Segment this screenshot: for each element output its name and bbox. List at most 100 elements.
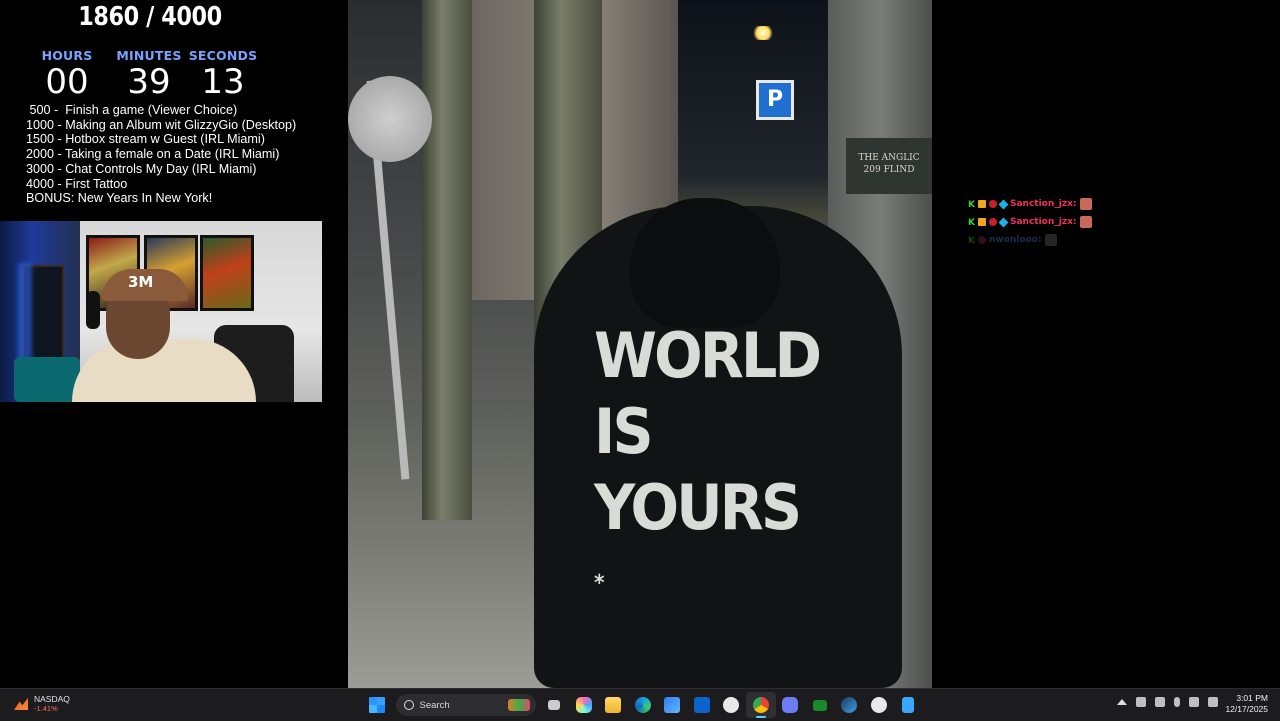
chat-username: nwonlooo:	[988, 235, 1042, 245]
g-hub-icon	[870, 697, 887, 713]
hoodie-print: WORLD IS YOURS *	[594, 318, 833, 622]
hoodie-line: WORLD	[594, 319, 822, 392]
chat-message: K Sanction_jzx:	[968, 213, 1208, 231]
chat-username: Sanction_jzx:	[1009, 217, 1077, 227]
chat-username: Sanction_jzx:	[1009, 199, 1077, 209]
copilot-icon	[575, 697, 592, 713]
chat-message: K Sanction_jzx:	[968, 195, 1208, 213]
headset-icon	[86, 291, 100, 329]
github-button[interactable]	[717, 692, 747, 718]
network-icon[interactable]	[1189, 697, 1199, 707]
steam-button[interactable]	[835, 692, 865, 718]
search-highlight-icon	[507, 699, 530, 711]
emote-icon	[1079, 198, 1092, 210]
goal-item: 2000 - Taking a female on a Date (IRL Mi…	[26, 147, 280, 162]
system-tray	[1117, 697, 1218, 707]
countdown-timer: HOURS 00 MINUTES 39 SECONDS 13	[0, 48, 300, 104]
windows-logo-icon	[368, 697, 385, 713]
emote-icon	[1044, 234, 1057, 246]
webcam-feed: 3M	[0, 221, 322, 402]
store-icon	[664, 697, 681, 713]
goal-list: 500 - Finish a game (Viewer Choice) 1000…	[26, 103, 346, 206]
kick-badge-icon: K	[968, 200, 975, 210]
kick-badge-icon: K	[968, 218, 975, 228]
street-lamp	[752, 26, 774, 40]
clock-date: 12/17/2025	[1225, 704, 1268, 714]
stock-chart-icon	[14, 698, 28, 710]
chat-message: K nwonlooo:	[968, 231, 1208, 249]
taskbar-apps: Search	[362, 692, 923, 718]
hood	[630, 198, 780, 328]
seconds-label: SECONDS	[188, 48, 258, 63]
chat-overlay: K Sanction_jzx: K Sanction_jzx: K nwonlo…	[968, 195, 1208, 249]
edge-button[interactable]	[628, 692, 658, 718]
xbox-icon	[812, 699, 827, 711]
search-box[interactable]: Search	[395, 694, 536, 716]
discord-icon	[782, 697, 799, 713]
parking-sign: P	[756, 80, 794, 120]
hoodie-line-text: YOURS	[594, 471, 802, 544]
store-button[interactable]	[658, 692, 688, 718]
goal-item: 4000 - First Tattoo	[26, 176, 128, 191]
chrome-button[interactable]	[746, 692, 776, 718]
task-view-icon	[548, 700, 561, 710]
stock-name: NASDAQ	[34, 694, 70, 704]
hours-value: 00	[45, 62, 89, 102]
stock-change: -1.41%	[34, 704, 58, 713]
stream-video: THE ANGLIC 209 FLIND P WORLD IS YOURS *	[348, 0, 932, 688]
building-sign-line: 209 FLIND	[863, 165, 915, 175]
folder-icon	[605, 697, 622, 713]
steam-icon	[841, 697, 858, 713]
building-sign-line: THE ANGLIC	[858, 153, 920, 163]
outlook-button[interactable]	[687, 692, 717, 718]
windows-taskbar: NASDAQ -1.41% Search 3:01 PM 12/17/2025	[0, 688, 1280, 721]
copilot-button[interactable]	[569, 692, 599, 718]
goal-item: 3000 - Chat Controls My Day (IRL Miami)	[26, 161, 257, 176]
minutes-value: 39	[127, 62, 171, 102]
g-hub-button[interactable]	[864, 692, 894, 718]
round-street-sign	[348, 76, 432, 162]
cap-logo: 3M	[128, 273, 154, 291]
red-badge-icon	[977, 236, 986, 244]
gem-badge-icon	[998, 199, 1009, 209]
discord-button[interactable]	[776, 692, 806, 718]
microphone-icon[interactable]	[1174, 697, 1180, 707]
crown-badge-icon	[977, 200, 986, 208]
edge-icon	[634, 697, 651, 713]
hoodie-asterisk: *	[594, 571, 605, 596]
chrome-icon	[752, 697, 769, 713]
stock-widget[interactable]: NASDAQ -1.41%	[14, 694, 70, 714]
search-icon	[403, 700, 414, 710]
goal-item: 1500 - Hotbox stream w Guest (IRL Miami)	[26, 132, 265, 147]
teal-chair	[14, 357, 80, 402]
timer-seconds: SECONDS 13	[183, 48, 263, 101]
seconds-value: 13	[201, 62, 245, 102]
goal-bonus: BONUS: New Years In New York!	[26, 191, 213, 206]
night-sky	[658, 0, 828, 220]
sync-icon[interactable]	[1136, 697, 1146, 707]
task-view-button[interactable]	[540, 692, 570, 718]
gem-badge-icon	[998, 217, 1009, 227]
github-icon	[723, 697, 740, 713]
emote-icon	[1079, 216, 1092, 228]
system-clock[interactable]: 3:01 PM 12/17/2025	[1225, 693, 1268, 715]
start-button[interactable]	[362, 692, 392, 718]
goal-item: 500 - Finish a game (Viewer Choice)	[26, 103, 238, 117]
kick-badge-icon: K	[968, 236, 975, 246]
hoodie-line: YOURS *	[594, 470, 833, 622]
file-explorer-button[interactable]	[599, 692, 629, 718]
volume-icon[interactable]	[1208, 697, 1218, 707]
crown-badge-icon	[977, 218, 986, 226]
poster-art	[200, 235, 254, 311]
xbox-button[interactable]	[805, 692, 835, 718]
chevron-up-icon[interactable]	[1117, 699, 1127, 705]
clock-time: 3:01 PM	[1236, 693, 1268, 703]
building-sign: THE ANGLIC 209 FLIND	[846, 138, 932, 194]
notepad-button[interactable]	[894, 692, 924, 718]
notifications-off-icon[interactable]	[1155, 697, 1165, 707]
hours-label: HOURS	[41, 48, 93, 63]
timer-minutes: MINUTES 39	[109, 48, 189, 101]
tree-trunk	[422, 0, 472, 520]
outlook-icon	[693, 697, 710, 713]
goal-item: 1000 - Making an Album wit GlizzyGio (De…	[26, 117, 297, 132]
